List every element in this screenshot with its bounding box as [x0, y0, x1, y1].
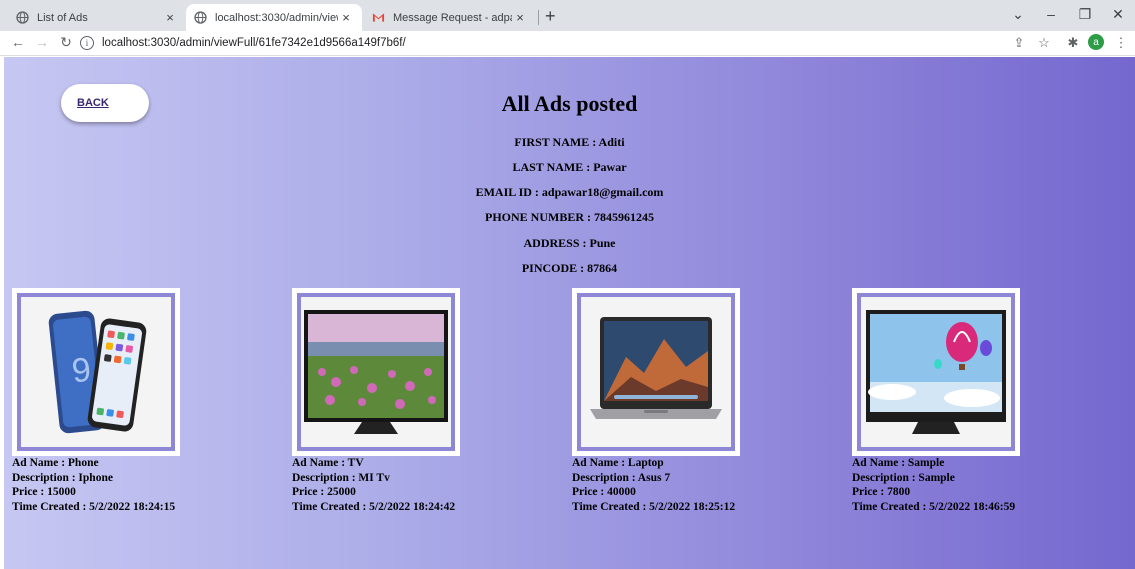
tab-title: Message Request - adpawar18@ — [393, 11, 512, 24]
ad-description: Description : Sample — [852, 471, 955, 484]
profile-avatar[interactable]: a — [1088, 34, 1104, 50]
ad-price: Price : 7800 — [852, 486, 911, 498]
tv-image — [301, 297, 451, 447]
ad-time-created: Time Created : 5/2/2022 18:46:59 — [852, 500, 1016, 513]
pincode: PINCODE : 87864 — [521, 261, 618, 275]
menu-icon[interactable]: ⋮ — [1112, 35, 1130, 51]
gmail-icon — [372, 11, 385, 24]
tab-separator — [538, 10, 539, 25]
monitor-image — [861, 297, 1011, 447]
minimize-icon[interactable]: – — [1036, 6, 1066, 22]
page-content: BACK All Ads posted FIRST NAME : Aditi L… — [4, 57, 1135, 569]
globe-icon — [194, 11, 207, 24]
phone-image: 9 — [21, 297, 171, 447]
ad-image-frame — [852, 288, 1020, 456]
ad-description: Description : Iphone — [12, 471, 113, 484]
address-bar[interactable]: i localhost:3030/admin/viewFull/61fe7342… — [80, 32, 1000, 53]
ad-name: Ad Name : Laptop — [572, 457, 664, 469]
ad-time-created: Time Created : 5/2/2022 18:24:15 — [12, 500, 176, 513]
info-icon[interactable]: i — [80, 35, 94, 50]
ad-card: Ad Name : Sample Description : Sample Pr… — [852, 288, 1022, 514]
svg-text:9: 9 — [70, 351, 93, 391]
extensions-icon[interactable]: ✱ — [1064, 35, 1082, 51]
ad-image-frame: 9 — [12, 288, 180, 456]
last-name: LAST NAME : Pawar — [512, 160, 627, 174]
back-arrow-icon[interactable]: ← — [8, 34, 28, 50]
ad-description: Description : MI Tv — [292, 471, 390, 484]
ad-name: Ad Name : Sample — [852, 457, 945, 469]
restore-icon[interactable]: ❐ — [1070, 6, 1100, 23]
ad-image-frame — [292, 288, 460, 456]
page-title: All Ads posted — [501, 91, 638, 116]
ad-price: Price : 25000 — [292, 486, 356, 498]
ad-price: Price : 40000 — [572, 486, 636, 498]
ad-card: Ad Name : Laptop Description : Asus 7 Pr… — [572, 288, 742, 514]
ad-price: Price : 15000 — [12, 486, 76, 498]
ad-name: Ad Name : TV — [292, 457, 364, 469]
address: ADDRESS : Pune — [523, 236, 616, 250]
forward-arrow-icon[interactable]: → — [32, 34, 52, 50]
laptop-image — [581, 297, 731, 447]
tab-title: List of Ads — [37, 11, 88, 24]
share-icon[interactable]: ⇪ — [1010, 35, 1028, 51]
star-icon[interactable]: ☆ — [1035, 35, 1053, 51]
globe-icon — [16, 11, 29, 24]
ad-image-frame — [572, 288, 740, 456]
tab-title: localhost:3030/admin/viewFull/6 — [215, 11, 338, 24]
url-text: localhost:3030/admin/viewFull/61fe7342e1… — [102, 36, 406, 49]
ad-card: 9 Ad Name : Phone Description : Iphone P… — [12, 288, 182, 514]
reload-icon[interactable]: ↻ — [56, 34, 76, 51]
close-icon[interactable]: × — [512, 10, 528, 25]
ad-name: Ad Name : Phone — [12, 457, 99, 469]
ad-description: Description : Asus 7 — [572, 471, 671, 484]
first-name: FIRST NAME : Aditi — [514, 135, 625, 149]
close-window-icon[interactable]: ✕ — [1103, 6, 1133, 23]
email-id: EMAIL ID : adpawar18@gmail.com — [475, 185, 664, 199]
ad-time-created: Time Created : 5/2/2022 18:25:12 — [572, 500, 736, 513]
new-tab-button[interactable]: + — [545, 6, 556, 27]
close-icon[interactable]: × — [338, 10, 354, 25]
tab-viewfull[interactable]: localhost:3030/admin/viewFull/6 × — [186, 4, 362, 31]
ad-card: Ad Name : TV Description : MI Tv Price :… — [292, 288, 462, 514]
browser-tab-strip: List of Ads × localhost:3030/admin/viewF… — [0, 0, 1135, 31]
tab-list-of-ads[interactable]: List of Ads × — [8, 4, 186, 31]
chevron-down-icon[interactable]: ⌄ — [1003, 6, 1033, 23]
tab-gmail[interactable]: Message Request - adpawar18@ × — [364, 4, 536, 31]
close-icon[interactable]: × — [162, 10, 178, 25]
phone-number: PHONE NUMBER : 7845961245 — [485, 210, 654, 224]
browser-toolbar: ← → ↻ i localhost:3030/admin/viewFull/61… — [0, 31, 1135, 56]
ad-time-created: Time Created : 5/2/2022 18:24:42 — [292, 500, 456, 513]
